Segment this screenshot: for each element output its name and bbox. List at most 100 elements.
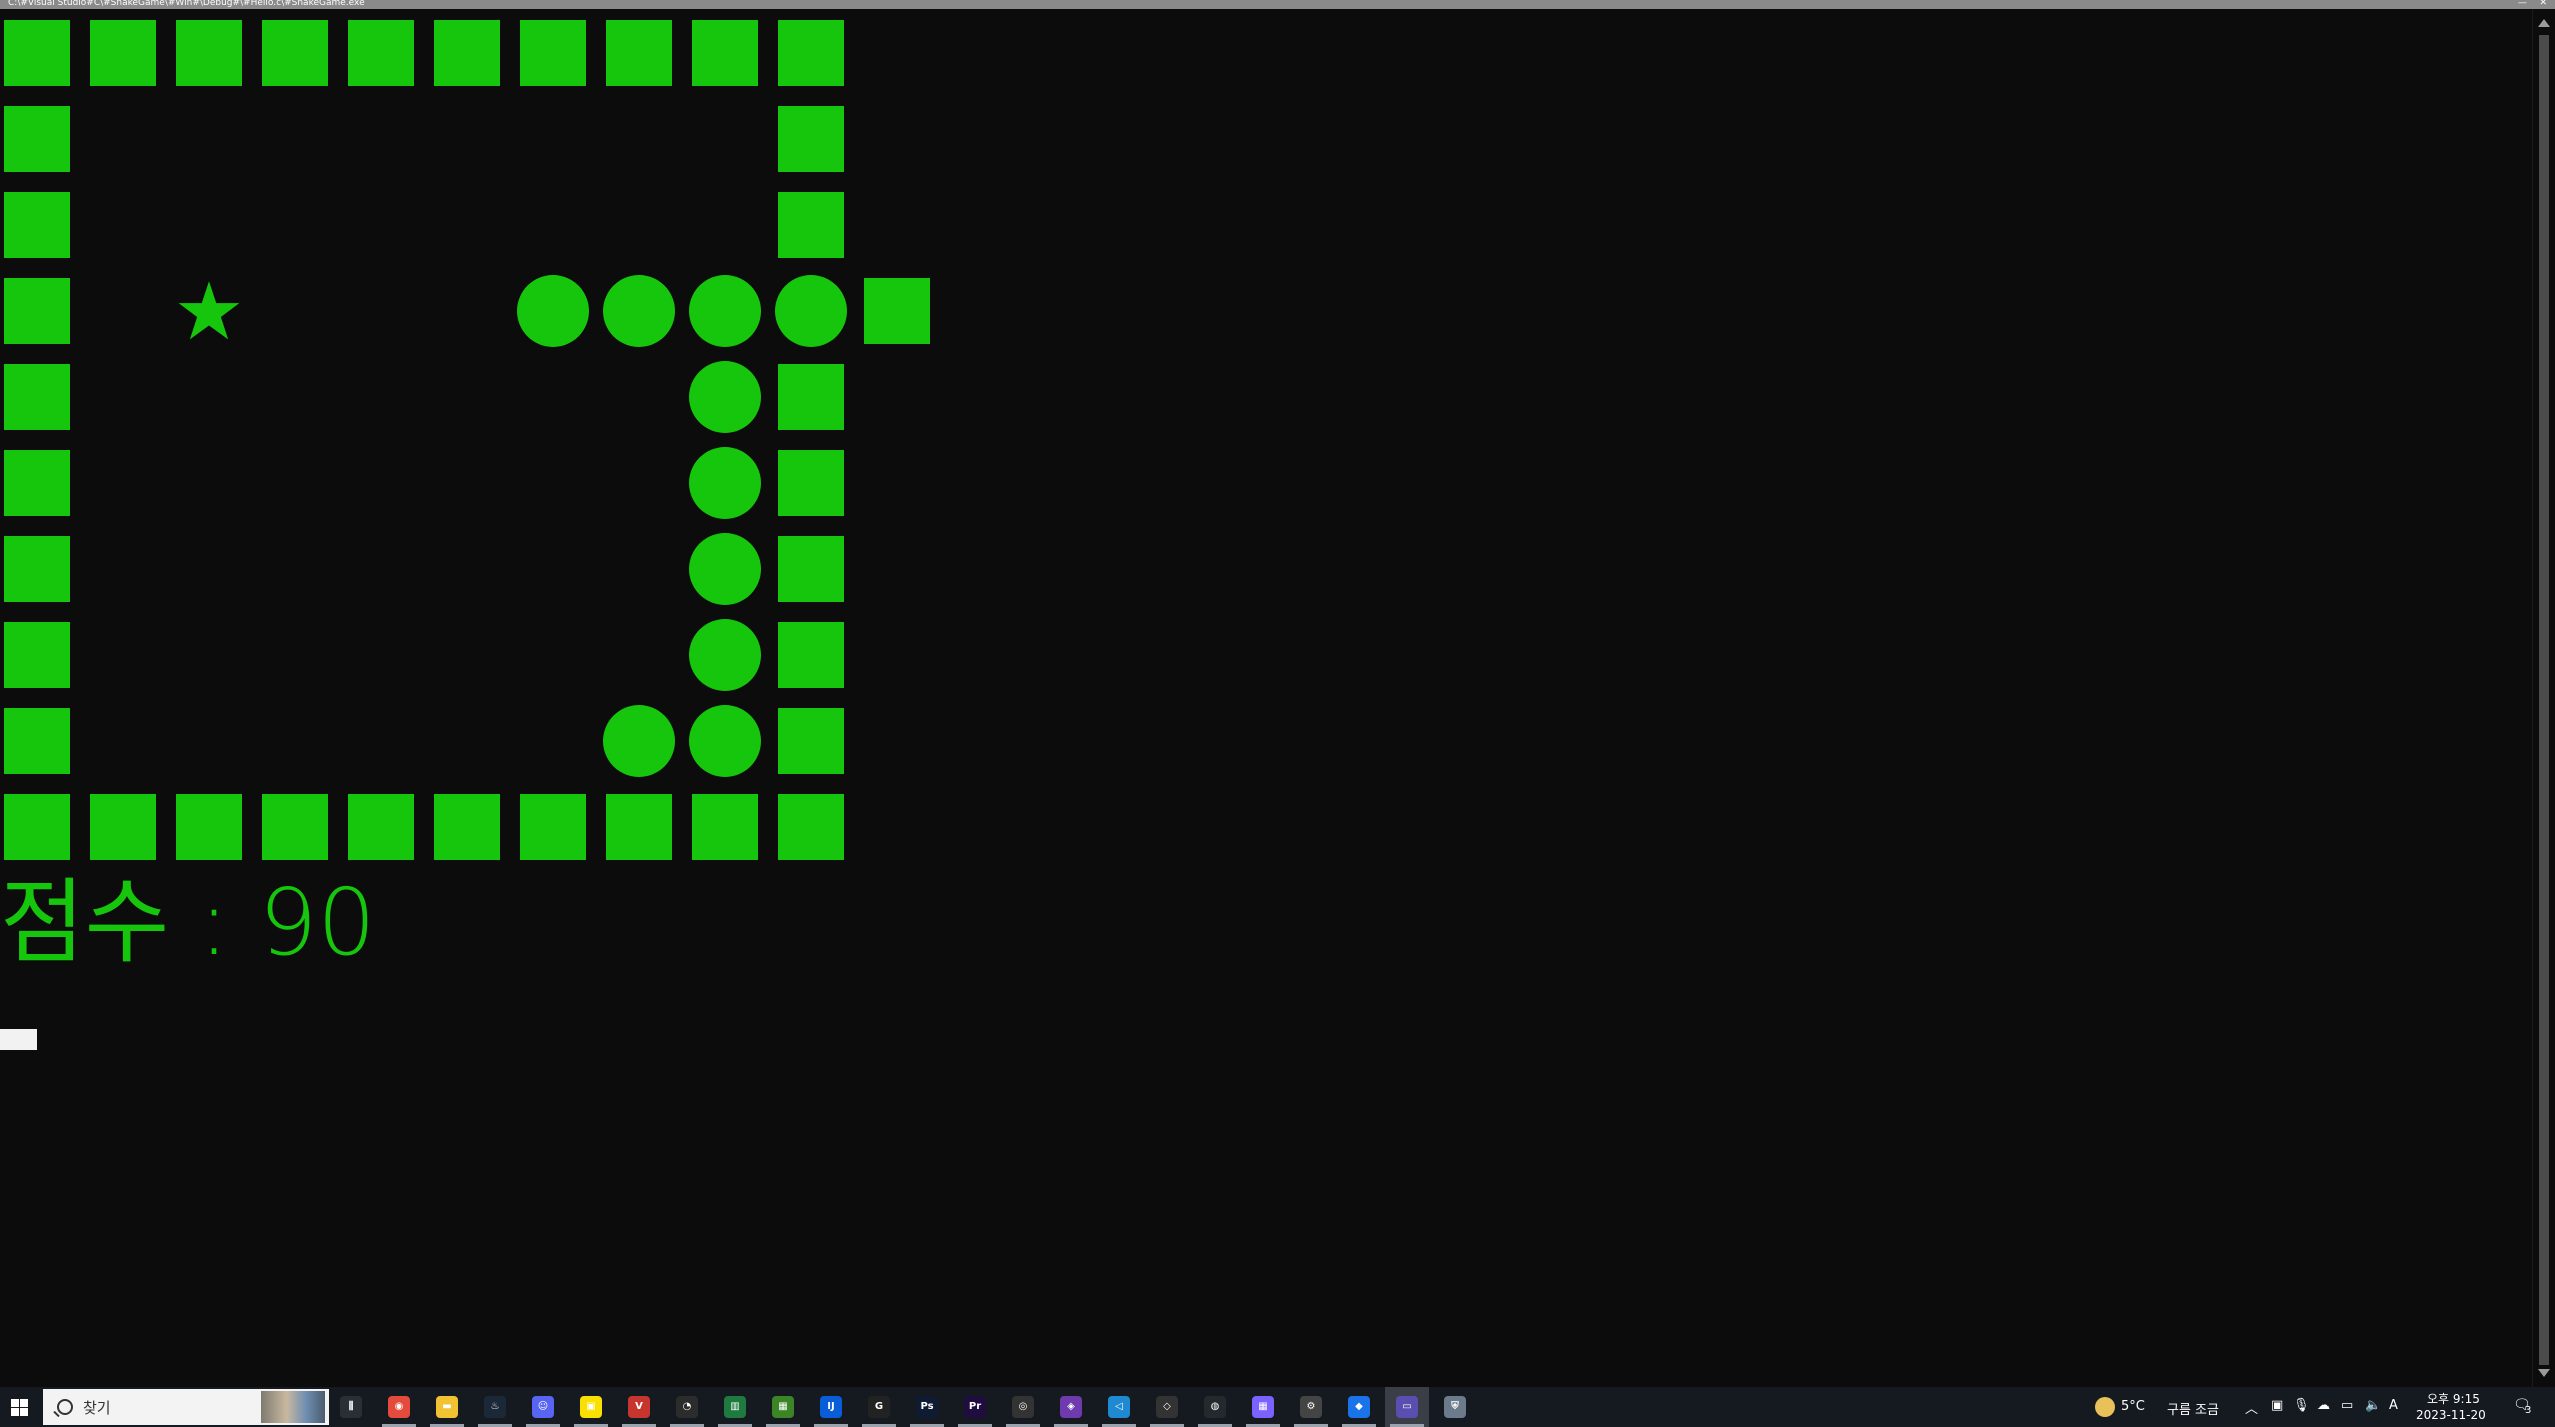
photoshop-icon[interactable]: Ps bbox=[916, 1396, 938, 1418]
wall-block bbox=[4, 192, 70, 258]
excel-icon[interactable]: ▥ bbox=[724, 1396, 746, 1418]
snake-segment bbox=[603, 275, 675, 347]
wall-square-icon bbox=[778, 192, 844, 258]
weather-temp[interactable]: 5°C bbox=[2121, 1399, 2145, 1414]
wall-block bbox=[90, 20, 156, 86]
scroll-down-arrow-icon[interactable] bbox=[2538, 1369, 2550, 1377]
minecraft-icon[interactable]: ▦ bbox=[772, 1396, 794, 1418]
snake-segment bbox=[689, 533, 761, 605]
clock-date[interactable]: 2023-11-20 bbox=[2416, 1408, 2486, 1422]
wall-square-icon bbox=[520, 20, 586, 86]
snake-segment bbox=[689, 275, 761, 347]
vscode-icon[interactable]: ◁ bbox=[1108, 1396, 1130, 1418]
maps-icon[interactable]: ◆ bbox=[1348, 1396, 1370, 1418]
onedrive-cloud-icon[interactable]: ☁ bbox=[2317, 1398, 2330, 1413]
wall-square-icon bbox=[606, 20, 672, 86]
wall-block bbox=[348, 794, 414, 860]
snake-dot-icon bbox=[689, 275, 761, 347]
window-title: C:\#Visual Studio#C\#SnakeGame\#Win#\Deb… bbox=[8, 0, 365, 8]
scrollbar-thumb[interactable] bbox=[2539, 35, 2549, 1365]
wall-square-icon bbox=[4, 192, 70, 258]
meet-now-icon[interactable]: ▣ bbox=[2271, 1398, 2283, 1413]
snake-segment bbox=[689, 447, 761, 519]
wall-block bbox=[778, 708, 844, 774]
wall-square-icon bbox=[606, 794, 672, 860]
wall-block bbox=[778, 364, 844, 430]
wall-square-icon bbox=[4, 278, 70, 344]
snake-dot-icon bbox=[689, 361, 761, 433]
wall-block bbox=[4, 364, 70, 430]
minimize-button[interactable]: — bbox=[2518, 0, 2527, 9]
snake-dot-icon bbox=[689, 619, 761, 691]
steam-icon[interactable]: ♨ bbox=[484, 1396, 506, 1418]
notification-count: 3 bbox=[2525, 1405, 2532, 1416]
wall-square-icon bbox=[90, 794, 156, 860]
logitech-icon[interactable]: G bbox=[868, 1396, 890, 1418]
wall-block bbox=[4, 20, 70, 86]
snake-dot-icon bbox=[689, 533, 761, 605]
console-cursor bbox=[0, 1029, 37, 1050]
wall-block bbox=[692, 794, 758, 860]
wall-block bbox=[778, 622, 844, 688]
discord-icon[interactable]: ☺ bbox=[532, 1396, 554, 1418]
snake-segment bbox=[517, 275, 589, 347]
taskbar: 찾기 ⫼ ◉ ▬ ♨ ☺ ▣ V ◔ ▥ ▦ IJ G Ps Pr ◎ ◈ ◁ ◇ ◍ ▦ ⚙ ◆ ▭ ⛨ 5°C 구름 조금… bbox=[0, 1387, 2555, 1427]
ime-indicator[interactable]: A bbox=[2389, 1398, 2398, 1413]
chrome-icon[interactable]: ◉ bbox=[388, 1396, 410, 1418]
console-window[interactable]: 점수 : 90 bbox=[0, 9, 2533, 1387]
wall-square-icon bbox=[778, 622, 844, 688]
overwatch-icon[interactable]: ◔ bbox=[676, 1396, 698, 1418]
github-icon[interactable]: ◍ bbox=[1204, 1396, 1226, 1418]
unity-icon[interactable]: ◇ bbox=[1156, 1396, 1178, 1418]
wall-square-icon bbox=[692, 794, 758, 860]
weather-icon[interactable] bbox=[2095, 1397, 2115, 1417]
wall-square-icon bbox=[176, 20, 242, 86]
close-button[interactable]: ✕ bbox=[2539, 0, 2547, 9]
windows-logo-icon bbox=[10, 1398, 28, 1416]
start-button[interactable] bbox=[0, 1387, 38, 1427]
wall-block bbox=[778, 106, 844, 172]
scroll-up-arrow-icon[interactable] bbox=[2538, 19, 2550, 27]
visual-studio-icon[interactable]: ◈ bbox=[1060, 1396, 1082, 1418]
app-settings-icon[interactable]: ⚙ bbox=[1300, 1396, 1322, 1418]
snake-dot-icon bbox=[603, 275, 675, 347]
vivaldi-icon[interactable]: V bbox=[628, 1396, 650, 1418]
wall-square-icon bbox=[778, 708, 844, 774]
intellij-icon[interactable]: IJ bbox=[820, 1396, 842, 1418]
file-explorer-icon[interactable]: ▬ bbox=[436, 1396, 458, 1418]
wall-block bbox=[778, 192, 844, 258]
obs-icon[interactable]: ◎ bbox=[1012, 1396, 1034, 1418]
volume-icon[interactable]: 🔈 bbox=[2365, 1398, 2381, 1413]
app-grid-icon[interactable]: ▦ bbox=[1252, 1396, 1274, 1418]
wall-square-icon bbox=[262, 20, 328, 86]
weather-desc[interactable]: 구름 조금 bbox=[2167, 1399, 2219, 1418]
wall-block bbox=[606, 20, 672, 86]
premiere-icon[interactable]: Pr bbox=[964, 1396, 986, 1418]
network-icon[interactable]: ▭ bbox=[2341, 1398, 2353, 1413]
wall-square-icon bbox=[4, 106, 70, 172]
task-view-icon[interactable]: ⫼ bbox=[340, 1396, 362, 1418]
shield-icon[interactable]: ⛨ bbox=[1444, 1396, 1466, 1418]
clock-time[interactable]: 오후 9:15 bbox=[2427, 1390, 2480, 1407]
wall-block bbox=[606, 794, 672, 860]
console-window-icon[interactable]: ▭ bbox=[1396, 1396, 1418, 1418]
vertical-scrollbar[interactable] bbox=[2532, 9, 2555, 1387]
wall-block bbox=[4, 794, 70, 860]
snake-dot-icon bbox=[517, 275, 589, 347]
kakaotalk-icon[interactable]: ▣ bbox=[580, 1396, 602, 1418]
wall-square-icon bbox=[4, 794, 70, 860]
system-tray: 5°C 구름 조금 ︿ ▣ 🎙 ☁ ▭ 🔈 A 오후 9:15 2023-11-… bbox=[2095, 1387, 2555, 1427]
wall-square-icon bbox=[434, 794, 500, 860]
wall-block bbox=[778, 536, 844, 602]
wall-block bbox=[864, 278, 930, 344]
taskbar-search-box[interactable]: 찾기 bbox=[43, 1389, 329, 1425]
wall-square-icon bbox=[4, 20, 70, 86]
wall-block bbox=[692, 20, 758, 86]
window-titlebar: C:\#Visual Studio#C\#SnakeGame\#Win#\Deb… bbox=[0, 0, 2555, 9]
score-separator: : bbox=[169, 869, 259, 976]
wall-square-icon bbox=[348, 794, 414, 860]
wall-square-icon bbox=[778, 20, 844, 86]
wall-block bbox=[520, 20, 586, 86]
show-hidden-icons-chevron-icon[interactable]: ︿ bbox=[2245, 1398, 2258, 1417]
microphone-icon[interactable]: 🎙 bbox=[2293, 1398, 2310, 1413]
